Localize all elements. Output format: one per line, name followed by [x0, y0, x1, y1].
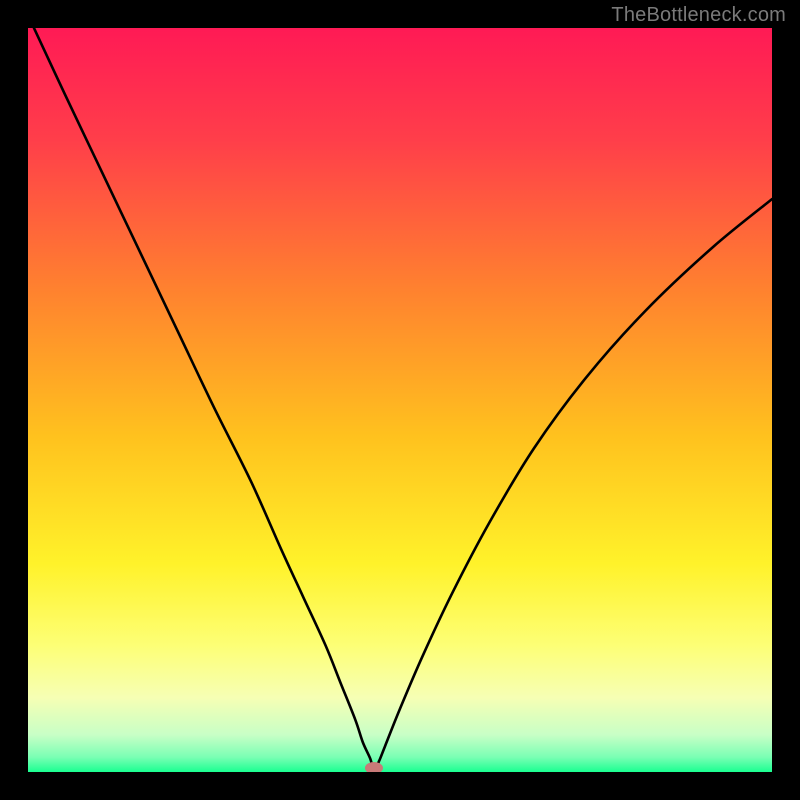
watermark-text: TheBottleneck.com	[611, 4, 786, 27]
chart-frame: TheBottleneck.com	[0, 0, 800, 800]
chart-svg	[28, 28, 772, 772]
gradient-background	[28, 28, 772, 772]
plot-area	[28, 28, 772, 772]
